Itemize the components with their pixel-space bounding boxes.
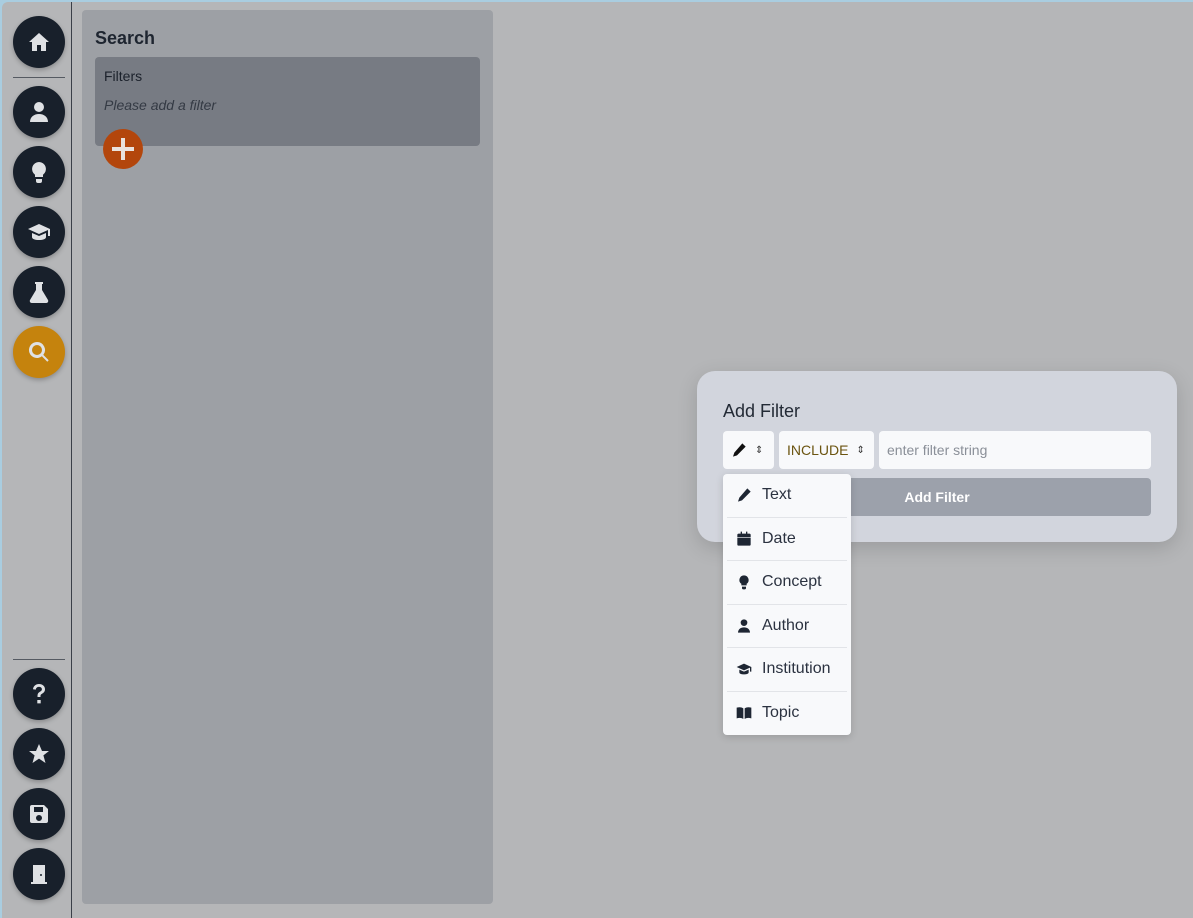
calendar-icon — [736, 531, 752, 547]
menu-item-concept[interactable]: Concept — [727, 561, 847, 605]
nav-rail — [2, 2, 72, 918]
user-icon — [27, 100, 51, 124]
filter-type-menu: Text Date Concept Author Institution Top… — [723, 474, 851, 735]
search-panel: Search Filters Please add a filter — [82, 10, 493, 904]
question-icon — [27, 682, 51, 706]
nav-institutions-button[interactable] — [13, 206, 65, 258]
nav-divider — [13, 659, 65, 660]
empty-filters-text: Please add a filter — [104, 97, 217, 113]
lightbulb-icon — [736, 574, 752, 590]
star-icon — [27, 742, 51, 766]
nav-logout-button[interactable] — [13, 848, 65, 900]
panel-title: Search — [95, 28, 156, 48]
user-icon — [736, 618, 752, 634]
chevron-updown-icon: ⇕ — [755, 444, 764, 456]
lightbulb-icon — [27, 160, 51, 184]
filter-string-input[interactable] — [879, 431, 1151, 469]
menu-item-date[interactable]: Date — [727, 518, 847, 561]
plus-icon — [112, 138, 134, 160]
search-icon — [27, 340, 51, 364]
filter-type-select[interactable]: ⇕ — [723, 431, 774, 469]
nav-home-button[interactable] — [13, 16, 65, 68]
nav-help-button[interactable] — [13, 668, 65, 720]
graduation-cap-icon — [27, 220, 51, 244]
nav-authors-button[interactable] — [13, 86, 65, 138]
book-icon — [736, 705, 752, 721]
nav-favorites-button[interactable] — [13, 728, 65, 780]
modal-title: Add Filter — [723, 401, 801, 421]
door-exit-icon — [27, 862, 51, 886]
save-icon — [27, 802, 51, 826]
pencil-icon — [736, 487, 752, 503]
add-filter-button[interactable] — [103, 129, 143, 169]
pencil-icon — [731, 442, 747, 458]
filter-mode-select[interactable]: INCLUDE ⇕ — [779, 431, 874, 469]
nav-lab-button[interactable] — [13, 266, 65, 318]
menu-item-topic[interactable]: Topic — [727, 692, 847, 736]
mode-value: INCLUDE — [787, 442, 849, 458]
graduation-cap-icon — [736, 661, 752, 677]
home-icon — [27, 30, 51, 54]
nav-divider — [13, 77, 65, 78]
nav-concepts-button[interactable] — [13, 146, 65, 198]
flask-icon — [27, 280, 51, 304]
menu-item-institution[interactable]: Institution — [727, 648, 847, 692]
nav-save-button[interactable] — [13, 788, 65, 840]
menu-item-text[interactable]: Text — [727, 474, 847, 518]
filters-box: Filters Please add a filter — [95, 57, 480, 146]
chevron-updown-icon: ⇕ — [856, 444, 865, 456]
nav-search-button[interactable] — [13, 326, 65, 378]
filters-title: Filters — [104, 68, 143, 84]
menu-item-author[interactable]: Author — [727, 605, 847, 648]
